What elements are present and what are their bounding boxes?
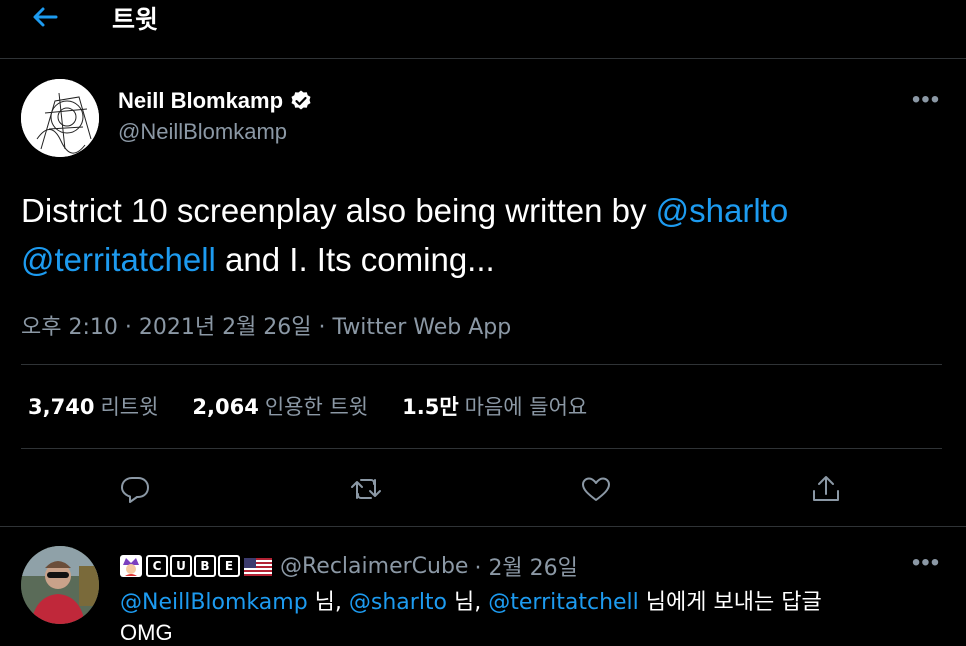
share-icon[interactable] bbox=[809, 472, 843, 506]
more-options-icon[interactable]: ••• bbox=[911, 551, 941, 578]
like-stat[interactable]: 1.5만 마음에 들어요 bbox=[402, 391, 587, 421]
reply-author-avatar[interactable] bbox=[21, 546, 99, 624]
reply-header: C U B E @ReclaimerCube · 2월 26일 bbox=[120, 550, 578, 582]
engagement-stats: 3,740 리트윗 2,064 인용한 트윗 1.5만 마음에 들어요 bbox=[28, 391, 587, 421]
divider bbox=[21, 364, 942, 365]
reply-text: OMG bbox=[120, 620, 173, 645]
us-flag-icon bbox=[244, 557, 272, 576]
divider bbox=[0, 526, 966, 527]
mention-link[interactable]: @sharlto bbox=[656, 192, 789, 229]
quote-tweet-stat[interactable]: 2,064 인용한 트윗 bbox=[192, 391, 368, 421]
author-avatar[interactable] bbox=[21, 79, 99, 157]
divider bbox=[21, 448, 942, 449]
top-bar: 트윗 bbox=[0, 0, 966, 59]
reply-handle[interactable]: @ReclaimerCube bbox=[280, 554, 468, 579]
reply-icon[interactable] bbox=[118, 472, 152, 506]
tweet-text: District 10 screenplay also being writte… bbox=[21, 192, 789, 278]
jester-emoji-icon bbox=[120, 555, 142, 577]
tweet-timestamp[interactable]: 오후 2:10 · 2021년 2월 26일 · Twitter Web App bbox=[21, 309, 511, 341]
author-handle[interactable]: @NeillBlomkamp bbox=[118, 119, 287, 145]
mention-link[interactable]: @territatchell bbox=[21, 241, 216, 278]
reply-date[interactable]: · 2월 26일 bbox=[474, 550, 577, 582]
more-options-icon[interactable]: ••• bbox=[911, 88, 941, 115]
like-icon[interactable] bbox=[579, 472, 613, 506]
page-title: 트윗 bbox=[112, 5, 159, 34]
retweet-stat[interactable]: 3,740 리트윗 bbox=[28, 391, 158, 421]
verified-badge-icon bbox=[289, 89, 313, 113]
author-name[interactable]: Neill Blomkamp bbox=[118, 88, 313, 114]
replying-to: @NeillBlomkamp 님, @sharlto 님, @territatc… bbox=[120, 590, 822, 615]
retweet-icon[interactable] bbox=[349, 472, 383, 506]
back-arrow-icon[interactable] bbox=[30, 2, 60, 32]
reply-display-name[interactable]: C U B E bbox=[120, 555, 272, 577]
